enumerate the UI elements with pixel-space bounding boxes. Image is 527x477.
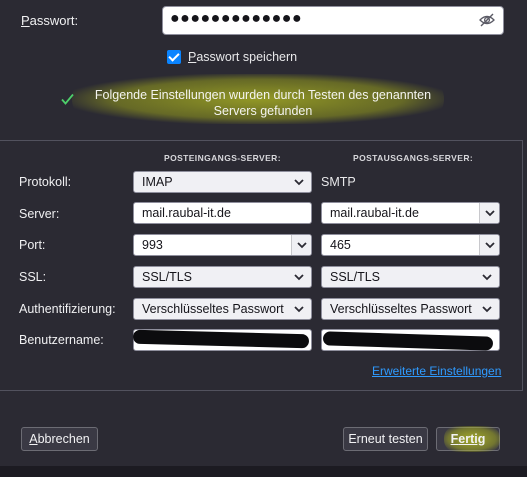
eye-slash-icon[interactable] bbox=[479, 13, 495, 27]
incoming-auth-value: Verschlüsseltes Passwort bbox=[142, 302, 284, 316]
window-bottom-edge bbox=[0, 466, 527, 477]
outgoing-port-combobox[interactable]: 465 bbox=[321, 234, 500, 256]
outgoing-port-value: 465 bbox=[330, 238, 351, 252]
remember-password-checkbox[interactable] bbox=[167, 50, 181, 64]
password-input[interactable]: ●●●●●●●●●●●●● bbox=[162, 6, 504, 35]
outgoing-protocol-value: SMTP bbox=[321, 175, 356, 189]
incoming-port-value: 993 bbox=[142, 238, 163, 252]
password-value: ●●●●●●●●●●●●● bbox=[170, 10, 303, 27]
remember-password-row[interactable]: Passwort speichern bbox=[167, 50, 297, 64]
chevron-down-icon bbox=[294, 306, 304, 313]
incoming-protocol-select[interactable]: IMAP bbox=[133, 171, 312, 193]
outgoing-server-combobox[interactable]: mail.raubal-it.de bbox=[321, 202, 500, 224]
outgoing-ssl-value: SSL/TLS bbox=[330, 270, 381, 284]
done-button-label: Fertig bbox=[450, 432, 486, 446]
chevron-down-icon bbox=[485, 210, 495, 217]
outgoing-server-value: mail.raubal-it.de bbox=[330, 206, 419, 220]
chevron-down-icon bbox=[294, 179, 304, 186]
outgoing-auth-select[interactable]: Verschlüsseltes Passwort bbox=[321, 298, 500, 320]
chevron-down-icon bbox=[297, 242, 307, 249]
incoming-server-input[interactable]: mail.raubal-it.de bbox=[133, 202, 312, 224]
outgoing-auth-value: Verschlüsseltes Passwort bbox=[330, 302, 472, 316]
advanced-settings-link[interactable]: Erweiterte Einstellungen bbox=[372, 364, 501, 378]
remember-password-label: Passwort speichern bbox=[188, 50, 298, 64]
incoming-port-combobox[interactable]: 993 bbox=[133, 234, 312, 256]
check-icon bbox=[61, 93, 74, 105]
outgoing-ssl-select[interactable]: SSL/TLS bbox=[321, 266, 500, 288]
auth-label: Authentifizierung: bbox=[19, 302, 116, 316]
outgoing-server-dropdown-button[interactable] bbox=[479, 203, 499, 223]
outgoing-server-header: POSTAUSGANGS-SERVER: bbox=[353, 153, 474, 163]
incoming-port-dropdown-button[interactable] bbox=[291, 235, 311, 255]
protocol-label: Protokoll: bbox=[19, 175, 72, 189]
retest-button[interactable]: Erneut testen bbox=[343, 427, 428, 451]
chevron-down-icon bbox=[482, 306, 492, 313]
server-label: Server: bbox=[19, 207, 60, 221]
chevron-down-icon bbox=[294, 274, 304, 281]
cancel-button[interactable]: Abbrechen bbox=[21, 427, 98, 451]
incoming-ssl-value: SSL/TLS bbox=[142, 270, 193, 284]
username-label: Benutzername: bbox=[19, 333, 104, 347]
password-label: Passwort: bbox=[21, 13, 79, 28]
outgoing-port-dropdown-button[interactable] bbox=[479, 235, 499, 255]
incoming-auth-select[interactable]: Verschlüsseltes Passwort bbox=[133, 298, 312, 320]
chevron-down-icon bbox=[482, 274, 492, 281]
incoming-ssl-select[interactable]: SSL/TLS bbox=[133, 266, 312, 288]
incoming-server-header: POSTEINGANGS-SERVER: bbox=[164, 153, 281, 163]
incoming-protocol-value: IMAP bbox=[142, 175, 173, 189]
ssl-label: SSL: bbox=[19, 270, 47, 284]
port-label: Port: bbox=[19, 238, 46, 252]
chevron-down-icon bbox=[485, 242, 495, 249]
status-message: Folgende Einstellungen wurden durch Test… bbox=[94, 88, 432, 118]
